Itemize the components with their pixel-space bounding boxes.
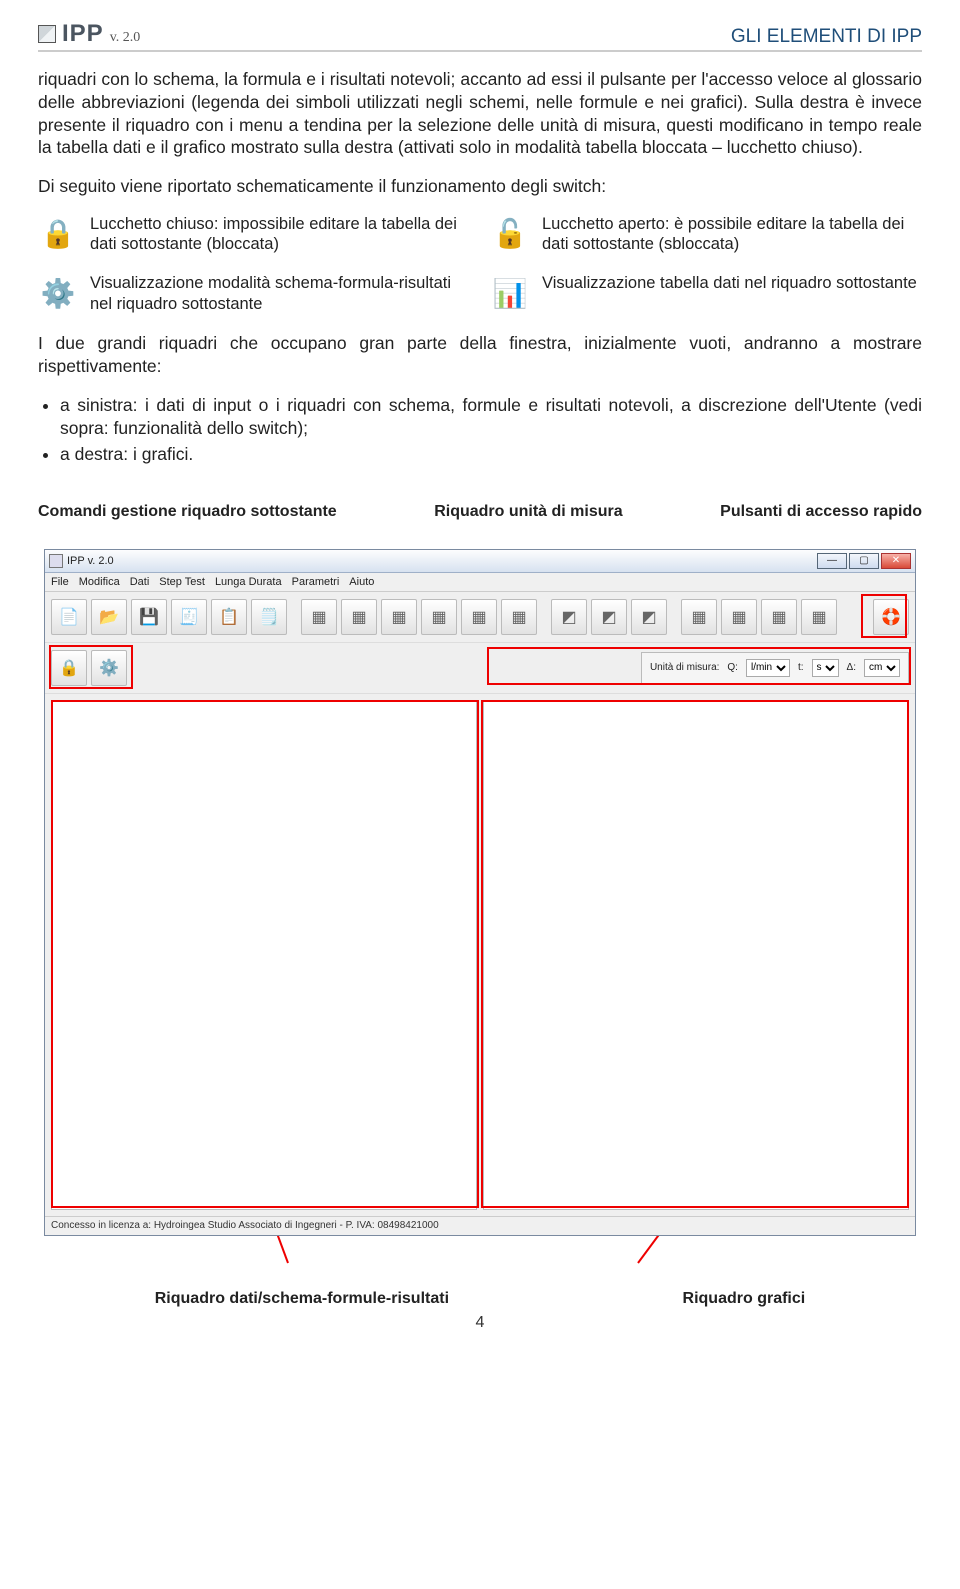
tb-chart6-icon[interactable]: ▦ bbox=[501, 599, 537, 635]
units-label: Unità di misura: bbox=[650, 662, 719, 673]
tb-chart2-icon[interactable]: ▦ bbox=[341, 599, 377, 635]
tb-chart3-icon[interactable]: ▦ bbox=[381, 599, 417, 635]
menu-parametri[interactable]: Parametri bbox=[292, 576, 340, 588]
window-controls: — ▢ ✕ bbox=[817, 553, 911, 569]
callout-commands: Comandi gestione riquadro sottostante bbox=[38, 503, 337, 521]
app-window: IPP v. 2.0 — ▢ ✕ File Modifica Dati Step… bbox=[44, 549, 916, 1236]
callout-right-pane: Riquadro grafici bbox=[683, 1290, 806, 1308]
toolbar: 📄 📂 💾 🧾 📋 🗒️ ▦ ▦ ▦ ▦ ▦ ▦ ◩ ◩ ◩ ▦ ▦ ▦ ▦ 🛟 bbox=[45, 592, 915, 643]
lock-open-icon: 🔓 bbox=[490, 214, 530, 254]
tb-new-icon[interactable]: 📄 bbox=[51, 599, 87, 635]
view-toggle-button[interactable]: ⚙️ bbox=[91, 650, 127, 686]
callouts-top: Comandi gestione riquadro sottostante Ri… bbox=[38, 503, 922, 521]
unit-d-select[interactable]: cm bbox=[864, 659, 900, 677]
page-header: IPP v. 2.0 GLI ELEMENTI DI IPP bbox=[38, 20, 922, 52]
minimize-button[interactable]: — bbox=[817, 553, 847, 569]
window-title: IPP v. 2.0 bbox=[67, 555, 114, 567]
header-section-title: GLI ELEMENTI DI IPP bbox=[731, 26, 922, 48]
statusbar: Concesso in licenza a: Hydroingea Studio… bbox=[45, 1216, 915, 1235]
logo-text: IPP bbox=[62, 20, 104, 48]
gear-icon: ⚙️ bbox=[38, 273, 78, 313]
menu-modifica[interactable]: Modifica bbox=[79, 576, 120, 588]
status-text: Concesso in licenza a: Hydroingea Studio… bbox=[51, 1220, 439, 1231]
menu-lungadurata[interactable]: Lunga Durata bbox=[215, 576, 282, 588]
tb-save-icon[interactable]: 💾 bbox=[131, 599, 167, 635]
unit-q-select[interactable]: l/min bbox=[746, 659, 790, 677]
panes-bullets: a sinistra: i dati di input o i riquadri… bbox=[60, 394, 922, 467]
tb-open-icon[interactable]: 📂 bbox=[91, 599, 127, 635]
tb-grid1-icon[interactable]: ▦ bbox=[681, 599, 717, 635]
right-pane bbox=[483, 700, 909, 1210]
switch-lock-closed-text: Lucchetto chiuso: impossibile editare la… bbox=[90, 214, 470, 255]
tb-grid2-icon[interactable]: ▦ bbox=[721, 599, 757, 635]
tb-3d3-icon[interactable]: ◩ bbox=[631, 599, 667, 635]
logo-icon bbox=[38, 25, 56, 43]
paragraph-intro: riquadri con lo schema, la formula e i r… bbox=[38, 68, 922, 159]
tb-help-icon[interactable]: 🛟 bbox=[873, 599, 909, 635]
menu-aiuto[interactable]: Aiuto bbox=[349, 576, 374, 588]
tb-clipboard-icon[interactable]: 📋 bbox=[211, 599, 247, 635]
menu-file[interactable]: File bbox=[51, 576, 69, 588]
app-icon bbox=[49, 554, 63, 568]
unit-q-label: Q: bbox=[727, 662, 738, 673]
left-pane bbox=[51, 700, 477, 1210]
paragraph-switches-intro: Di seguito viene riportato schematicamen… bbox=[38, 175, 922, 198]
switch-lock-closed: 🔒 Lucchetto chiuso: impossibile editare … bbox=[38, 214, 470, 255]
unit-d-label: Δ: bbox=[847, 662, 856, 673]
switch-gear: ⚙️ Visualizzazione modalità schema-formu… bbox=[38, 273, 470, 314]
switch-lock-open-text: Lucchetto aperto: è possibile editare la… bbox=[542, 214, 922, 255]
tb-chart1-icon[interactable]: ▦ bbox=[301, 599, 337, 635]
unit-t-label: t: bbox=[798, 662, 804, 673]
callout-units: Riquadro unità di misura bbox=[434, 503, 622, 521]
switch-lock-open: 🔓 Lucchetto aperto: è possibile editare … bbox=[490, 214, 922, 255]
paragraph-panes-intro: I due grandi riquadri che occupano gran … bbox=[38, 332, 922, 378]
unit-t-select[interactable]: s bbox=[812, 659, 839, 677]
workarea bbox=[45, 694, 915, 1216]
tb-3d2-icon[interactable]: ◩ bbox=[591, 599, 627, 635]
logo: IPP v. 2.0 bbox=[38, 20, 140, 48]
switch-table-text: Visualizzazione tabella dati nel riquadr… bbox=[542, 273, 917, 294]
callout-left-pane: Riquadro dati/schema-formule-risultati bbox=[155, 1290, 449, 1308]
table-icon: 📊 bbox=[490, 273, 530, 313]
tb-grid4-icon[interactable]: ▦ bbox=[801, 599, 837, 635]
tb-chart5-icon[interactable]: ▦ bbox=[461, 599, 497, 635]
tb-grid3-icon[interactable]: ▦ bbox=[761, 599, 797, 635]
maximize-button[interactable]: ▢ bbox=[849, 553, 879, 569]
tb-chart4-icon[interactable]: ▦ bbox=[421, 599, 457, 635]
menubar: File Modifica Dati Step Test Lunga Durat… bbox=[45, 573, 915, 592]
switch-table: 📊 Visualizzazione tabella dati nel riqua… bbox=[490, 273, 922, 313]
callouts-bottom: Riquadro dati/schema-formule-risultati R… bbox=[38, 1290, 922, 1308]
figure-wrap: IPP v. 2.0 — ▢ ✕ File Modifica Dati Step… bbox=[38, 549, 922, 1236]
units-panel: Unità di misura: Q: l/min t: s Δ: cm bbox=[641, 652, 909, 684]
menu-dati[interactable]: Dati bbox=[130, 576, 150, 588]
menu-steptest[interactable]: Step Test bbox=[159, 576, 205, 588]
tb-sheet-icon[interactable]: 🗒️ bbox=[251, 599, 287, 635]
bullet-right-pane: a destra: i grafici. bbox=[60, 443, 922, 467]
tb-3d1-icon[interactable]: ◩ bbox=[551, 599, 587, 635]
switch-legend: 🔒 Lucchetto chiuso: impossibile editare … bbox=[38, 214, 922, 315]
logo-version: v. 2.0 bbox=[110, 30, 141, 46]
callout-quick: Pulsanti di accesso rapido bbox=[720, 503, 922, 521]
switch-gear-text: Visualizzazione modalità schema-formula-… bbox=[90, 273, 470, 314]
lock-closed-icon: 🔒 bbox=[38, 214, 78, 254]
bullet-left-pane: a sinistra: i dati di input o i riquadri… bbox=[60, 394, 922, 441]
tb-report-icon[interactable]: 🧾 bbox=[171, 599, 207, 635]
subtoolbar: 🔒 ⚙️ Unità di misura: Q: l/min t: s Δ: c… bbox=[45, 643, 915, 694]
lock-toggle-button[interactable]: 🔒 bbox=[51, 650, 87, 686]
page-number: 4 bbox=[38, 1314, 922, 1332]
titlebar: IPP v. 2.0 — ▢ ✕ bbox=[45, 550, 915, 573]
close-button[interactable]: ✕ bbox=[881, 553, 911, 569]
